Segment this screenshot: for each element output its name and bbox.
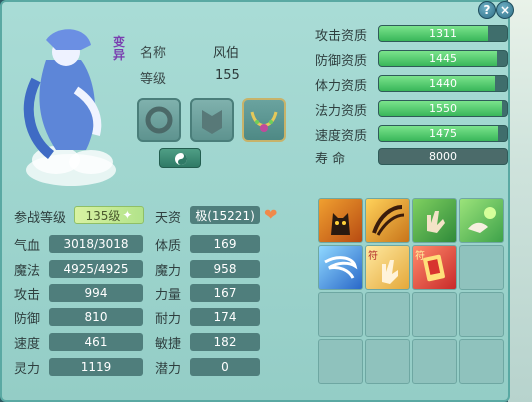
aptitude-label-speed: 速度资质 bbox=[315, 129, 368, 144]
mutation-badge: 变异 bbox=[112, 35, 125, 62]
aptitude-value: 1550 bbox=[429, 102, 457, 115]
talent-label: 天资 bbox=[155, 211, 182, 226]
claw-skill-icon bbox=[372, 205, 405, 236]
equip-slot-accessory[interactable] bbox=[242, 98, 286, 142]
talisman-mark: 符 bbox=[415, 251, 425, 262]
equip-slot-armor[interactable] bbox=[190, 98, 234, 142]
stat-label-defense: 防御 bbox=[14, 312, 41, 327]
skill-slot-empty[interactable] bbox=[318, 292, 363, 337]
stat-label-speed: 速度 bbox=[14, 337, 41, 352]
stat-label-potential: 潜力 bbox=[155, 362, 182, 377]
green-hand-skill-icon bbox=[468, 207, 496, 233]
skill-slot-whirlwind[interactable] bbox=[318, 245, 363, 290]
stat-value-magic: 958 bbox=[190, 260, 260, 278]
skill-slot-empty[interactable] bbox=[412, 292, 457, 337]
skill-slot-green-hand[interactable] bbox=[459, 198, 504, 243]
cat-skill-icon bbox=[331, 213, 350, 235]
stat-value-constitution: 169 bbox=[190, 235, 260, 253]
heart-icon[interactable]: ❤ bbox=[264, 205, 277, 224]
skill-slot-talisman-card[interactable]: 符 bbox=[412, 245, 457, 290]
skill-slot-talisman-palm[interactable]: 符 bbox=[365, 245, 410, 290]
close-button[interactable]: × bbox=[496, 1, 514, 19]
battle-level-value: 135级 ✦ bbox=[74, 206, 144, 224]
stat-label-constitution: 体质 bbox=[155, 239, 182, 254]
aptitude-bar-attack: 1311 bbox=[378, 25, 508, 42]
aptitude-label-attack: 攻击资质 bbox=[315, 29, 368, 44]
battle-level-label: 参战等级 bbox=[14, 211, 67, 226]
aptitude-bar-speed: 1475 bbox=[378, 125, 508, 142]
skill-slot-cat[interactable] bbox=[318, 198, 363, 243]
aptitude-value: 1475 bbox=[429, 127, 457, 140]
stat-label-strength: 力量 bbox=[155, 288, 182, 303]
skill-slot-empty[interactable] bbox=[459, 292, 504, 337]
stat-label-mp: 魔法 bbox=[14, 264, 41, 279]
pet-level: 155 bbox=[215, 68, 240, 83]
battle-level-text: 135级 bbox=[85, 208, 121, 223]
necklace-icon bbox=[250, 111, 278, 132]
stat-label-magic: 魔力 bbox=[155, 264, 182, 279]
aptitude-value: 1440 bbox=[429, 77, 457, 90]
help-button[interactable]: ? bbox=[478, 1, 496, 19]
aptitude-value: 1311 bbox=[429, 27, 457, 40]
stat-label-endurance: 耐力 bbox=[155, 312, 182, 327]
stat-value-agility: 182 bbox=[190, 333, 260, 351]
life-label: 寿 命 bbox=[315, 152, 346, 167]
stat-label-agility: 敏捷 bbox=[155, 337, 182, 352]
yin-yang-button[interactable] bbox=[159, 148, 201, 168]
stat-value-speed: 461 bbox=[49, 333, 143, 351]
collar-icon bbox=[145, 106, 173, 134]
aptitude-bar-magic: 1550 bbox=[378, 100, 508, 117]
aptitude-bar-stamina: 1440 bbox=[378, 75, 508, 92]
stat-value-spirit: 1119 bbox=[49, 358, 143, 376]
stat-value-attack: 994 bbox=[49, 284, 143, 302]
background-strip bbox=[508, 0, 532, 402]
armor-icon bbox=[202, 110, 222, 134]
aptitude-bar-defense: 1445 bbox=[378, 50, 508, 67]
aptitude-label-defense: 防御资质 bbox=[315, 54, 368, 69]
aptitude-label-magic: 法力资质 bbox=[315, 104, 368, 119]
stat-value-defense: 810 bbox=[49, 308, 143, 326]
name-label: 名称 bbox=[140, 46, 167, 61]
pet-info-panel: ? × 变异 名称 风伯 等级 155 攻击资质 1311 防御资质 1445 … bbox=[0, 0, 514, 402]
life-value: 8000 bbox=[378, 148, 508, 165]
skill-slot-empty[interactable] bbox=[459, 339, 504, 384]
stat-value-strength: 167 bbox=[190, 284, 260, 302]
skill-slot-empty[interactable] bbox=[365, 292, 410, 337]
pet-name[interactable]: 风伯 bbox=[213, 42, 239, 61]
stat-label-spirit: 灵力 bbox=[14, 362, 41, 377]
skill-slot-palm[interactable] bbox=[412, 198, 457, 243]
aptitude-value: 1445 bbox=[429, 52, 457, 65]
level-label: 等级 bbox=[140, 72, 167, 87]
stat-value-mp: 4925/4925 bbox=[49, 260, 143, 278]
whirlwind-skill-icon bbox=[324, 256, 358, 279]
stat-value-potential: 0 bbox=[190, 358, 260, 376]
skill-slot-claw[interactable] bbox=[365, 198, 410, 243]
aptitude-label-stamina: 体力资质 bbox=[315, 79, 368, 94]
skill-slot-empty[interactable] bbox=[365, 339, 410, 384]
stat-value-hp: 3018/3018 bbox=[49, 235, 143, 253]
skill-slot-empty[interactable] bbox=[412, 339, 457, 384]
stat-label-attack: 攻击 bbox=[14, 288, 41, 303]
palm-skill-icon bbox=[427, 211, 445, 233]
talent-value: 极(15221) bbox=[190, 206, 260, 224]
equip-slot-collar[interactable] bbox=[137, 98, 181, 142]
skill-grid: 符 符 bbox=[318, 198, 508, 386]
wing-icon: ✦ bbox=[122, 208, 133, 222]
skill-slot-empty[interactable] bbox=[318, 339, 363, 384]
stat-value-endurance: 174 bbox=[190, 308, 260, 326]
talisman-mark: 符 bbox=[368, 251, 378, 262]
skill-slot-empty[interactable] bbox=[459, 245, 504, 290]
stat-label-hp: 气血 bbox=[14, 239, 41, 254]
yin-yang-icon bbox=[175, 153, 187, 165]
